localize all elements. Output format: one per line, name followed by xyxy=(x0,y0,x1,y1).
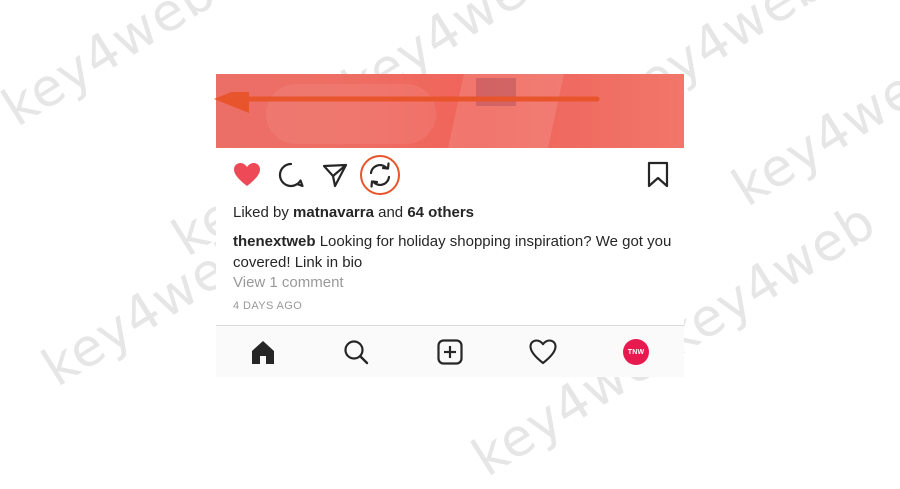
likes-line: Liked by matnavarra and 64 others xyxy=(233,204,474,221)
comment-icon[interactable] xyxy=(276,160,306,190)
others-count[interactable]: 64 others xyxy=(407,204,474,221)
watermark-text: key4web xyxy=(722,41,900,219)
likes-prefix: Liked by xyxy=(233,204,289,221)
tab-bar: TNW xyxy=(216,325,684,377)
home-icon[interactable] xyxy=(249,338,277,366)
heart-icon[interactable] xyxy=(232,160,262,190)
caption: thenextweb Looking for holiday shopping … xyxy=(233,231,673,273)
add-post-icon[interactable] xyxy=(436,338,464,366)
view-comments-link[interactable]: View 1 comment xyxy=(233,274,344,291)
liked-by-user[interactable]: matnavarra xyxy=(293,204,374,221)
search-icon[interactable] xyxy=(342,338,370,366)
annotation-arrow xyxy=(214,92,600,113)
profile-avatar[interactable]: TNW xyxy=(622,338,650,366)
share-icon[interactable] xyxy=(320,160,350,190)
likes-joiner: and xyxy=(378,204,404,221)
profile-avatar-label: TNW xyxy=(623,339,649,365)
post-timestamp: 4 DAYS AGO xyxy=(233,300,303,312)
activity-icon[interactable] xyxy=(529,338,557,366)
bookmark-icon[interactable] xyxy=(643,160,673,190)
repost-icon[interactable] xyxy=(365,160,395,190)
action-bar xyxy=(216,148,684,202)
watermark-text: key4web xyxy=(652,191,887,369)
caption-user[interactable]: thenextweb xyxy=(233,233,316,250)
